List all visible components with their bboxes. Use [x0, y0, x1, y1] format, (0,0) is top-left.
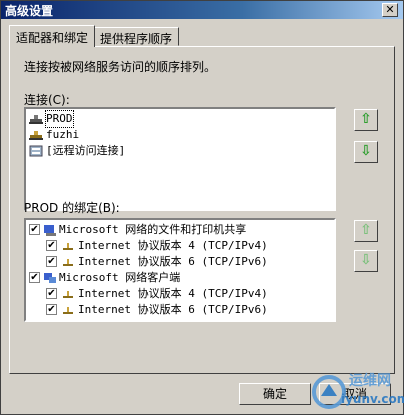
binding-item[interactable]: ✔ Microsoft 网络客户端 — [26, 270, 334, 286]
binding-checkbox[interactable]: ✔ — [46, 304, 57, 315]
binding-checkbox[interactable]: ✔ — [46, 288, 57, 299]
close-button[interactable]: ✕ — [382, 3, 398, 17]
tab-provider-order[interactable]: 提供程序顺序 — [93, 27, 180, 46]
move-binding-down-button[interactable]: ⇩ — [354, 250, 378, 272]
tab-adapters-bindings[interactable]: 适配器和绑定 — [9, 25, 96, 47]
connection-item-fuzhi[interactable]: fuzhi — [26, 127, 334, 143]
description-text: 连接按被网络服务访问的顺序排列。 — [24, 60, 217, 74]
arrow-down-icon: ⇩ — [360, 143, 372, 159]
protocol-icon — [63, 291, 73, 298]
binding-item[interactable]: ✔ Microsoft 网络的文件和打印机共享 — [26, 222, 334, 238]
file-printer-sharing-icon — [44, 225, 56, 236]
network-adapter-icon — [29, 131, 43, 140]
connections-label: 连接(C): — [24, 93, 70, 107]
protocol-icon — [63, 259, 73, 266]
tab-panel: 连接按被网络服务访问的顺序排列。 连接(C): PROD fuzhi [远程访问… — [9, 46, 395, 374]
window-title: 高级设置 — [5, 4, 54, 18]
move-connection-down-button[interactable]: ⇩ — [354, 141, 378, 163]
binding-checkbox[interactable]: ✔ — [29, 272, 40, 283]
bindings-label: PROD 的绑定(B): — [24, 201, 120, 215]
tab-label: 适配器和绑定 — [16, 31, 89, 45]
binding-item[interactable]: ✔ Internet 协议版本 6 (TCP/IPv6) — [26, 254, 334, 270]
connection-item-remote-access[interactable]: [远程访问连接] — [26, 143, 334, 159]
watermark-logo: 运维网 iyunv.com — [311, 368, 404, 412]
network-adapter-icon — [29, 115, 43, 124]
arrow-up-icon: ⇧ — [360, 222, 372, 238]
watermark-text-url: iyunv.com — [341, 392, 404, 406]
bindings-treeview[interactable]: ✔ Microsoft 网络的文件和打印机共享 ✔ Internet 协议版本 … — [24, 218, 336, 322]
watermark-text-cn: 运维网 — [349, 373, 391, 389]
close-icon: ✕ — [385, 3, 395, 16]
move-binding-up-button[interactable]: ⇧ — [354, 220, 378, 242]
ok-button[interactable]: 确定 — [239, 383, 311, 405]
binding-item[interactable]: ✔ Internet 协议版本 6 (TCP/IPv6) — [26, 302, 334, 318]
connections-listbox[interactable]: PROD fuzhi [远程访问连接] — [24, 107, 336, 211]
binding-checkbox[interactable]: ✔ — [46, 240, 57, 251]
title-bar: 高级设置 ✕ — [1, 1, 403, 19]
arrow-down-icon: ⇩ — [360, 252, 372, 268]
protocol-icon — [63, 243, 73, 250]
binding-item[interactable]: ✔ Internet 协议版本 4 (TCP/IPv4) — [26, 286, 334, 302]
tab-label: 提供程序顺序 — [100, 32, 173, 46]
advanced-settings-dialog: 高级设置 ✕ 适配器和绑定 提供程序顺序 连接按被网络服务访问的顺序排列。 连接… — [0, 0, 404, 415]
network-client-icon — [44, 273, 56, 283]
binding-checkbox[interactable]: ✔ — [46, 256, 57, 267]
binding-item[interactable]: ✔ Internet 协议版本 4 (TCP/IPv4) — [26, 238, 334, 254]
move-connection-up-button[interactable]: ⇧ — [354, 109, 378, 131]
remote-access-icon — [29, 145, 43, 157]
binding-checkbox[interactable]: ✔ — [29, 224, 40, 235]
protocol-icon — [63, 307, 73, 314]
connection-item-prod[interactable]: PROD — [26, 110, 334, 128]
arrow-up-icon: ⇧ — [360, 111, 372, 127]
